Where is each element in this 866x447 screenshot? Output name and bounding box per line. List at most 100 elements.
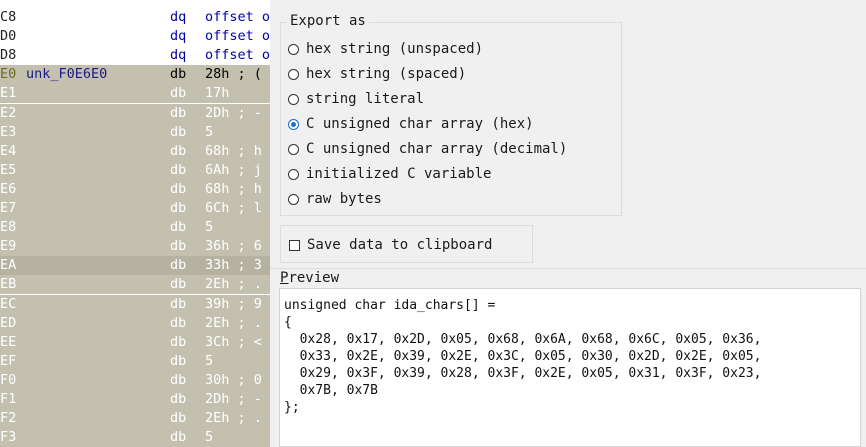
disasm-mnemonic: db: [170, 314, 187, 331]
radio-unselected-icon[interactable]: [288, 193, 299, 205]
disasm-line[interactable]: E1 db 17h: [0, 84, 280, 104]
export-option-radio[interactable]: C unsigned char array (decimal): [288, 139, 567, 159]
disasm-address: F3: [0, 429, 17, 446]
disasm-operand: 6Ah ; j: [205, 161, 262, 178]
disasm-operand: offset o: [205, 28, 271, 45]
disasm-operand: offset o: [205, 9, 271, 25]
disasm-mnemonic: db: [170, 66, 187, 83]
disasm-line[interactable]: C8 dq offset o: [0, 8, 280, 27]
save-to-clipboard-checkbox[interactable]: Save data to clipboard: [289, 235, 492, 255]
disasm-line[interactable]: F0 db 30h ; 0: [0, 370, 280, 390]
disasm-mnemonic: db: [170, 238, 187, 255]
disasm-mnemonic: db: [170, 161, 187, 178]
disasm-operand: 2Dh ; -: [205, 104, 262, 121]
radio-selected-icon[interactable]: [288, 118, 299, 130]
disasm-line[interactable]: E2 db 2Dh ; -: [0, 103, 280, 123]
disasm-operand: 5: [205, 352, 214, 369]
disasm-line[interactable]: D0 dq offset o: [0, 27, 280, 46]
disasm-address: E5: [0, 161, 17, 178]
disasm-mnemonic: db: [170, 142, 187, 159]
disasm-address: E8: [0, 219, 17, 236]
disasm-mnemonic: db: [170, 333, 187, 350]
disasm-operand: 33h ; 3: [205, 257, 262, 274]
disasm-address: F2: [0, 410, 17, 427]
export-option-radio[interactable]: initialized C variable: [288, 164, 491, 184]
disasm-address: EF: [0, 352, 17, 369]
disasm-address: E1: [0, 85, 17, 102]
disasm-line[interactable]: E4 db 68h ; h: [0, 141, 280, 161]
disasm-line[interactable]: F1 db 2Dh ; -: [0, 390, 280, 409]
disasm-line[interactable]: E6 db 68h ; h: [0, 179, 280, 199]
radio-unselected-icon[interactable]: [288, 168, 299, 180]
disassembly-view[interactable]: C8 dq offset o D0 dq offset o D8 dq offset o E0 un…: [0, 0, 280, 447]
disasm-address: ED: [0, 314, 17, 331]
save-to-clipboard-label: Save data to clipboard: [307, 237, 493, 253]
export-option-radio[interactable]: hex string (spaced): [288, 64, 466, 84]
disasm-address: E2: [0, 104, 17, 121]
disasm-mnemonic: db: [170, 276, 187, 293]
radio-unselected-icon[interactable]: [288, 93, 299, 105]
disasm-operand: 5: [205, 123, 214, 140]
disasm-operand: 68h ; h: [205, 180, 262, 197]
disasm-mnemonic: db: [170, 371, 187, 388]
disasm-operand: 6Ch ; l: [205, 200, 262, 216]
disasm-address: C8: [0, 9, 17, 25]
disasm-operand: 2Eh ; .: [205, 314, 262, 331]
disasm-address: EB: [0, 276, 17, 293]
export-option-label: hex string (unspaced): [306, 41, 484, 57]
export-data-dialog: Export as hex string (unspaced) hex strin…: [270, 0, 866, 447]
export-option-radio[interactable]: string literal: [288, 89, 424, 109]
disasm-mnemonic: dq: [170, 9, 187, 25]
disasm-line[interactable]: D8 dq offset o: [0, 46, 280, 65]
disasm-mnemonic: db: [170, 180, 187, 197]
radio-unselected-icon[interactable]: [288, 43, 299, 55]
disasm-operand: 2Dh ; -: [205, 391, 262, 407]
disasm-operand: 28h ; (: [205, 66, 262, 83]
disasm-line[interactable]: E9 db 36h ; 6: [0, 237, 280, 257]
disasm-operand: 17h: [205, 85, 230, 102]
disasm-line[interactable]: E8 db 5: [0, 218, 280, 238]
export-option-radio[interactable]: C unsigned char array (hex): [288, 114, 534, 134]
disasm-mnemonic: db: [170, 391, 187, 407]
disasm-mnemonic: db: [170, 410, 187, 427]
disasm-line[interactable]: F3 db 5: [0, 428, 280, 447]
disasm-operand: 2Eh ; .: [205, 276, 262, 293]
radio-unselected-icon[interactable]: [288, 143, 299, 155]
disasm-operand: 68h ; h: [205, 142, 262, 159]
disasm-address: D8: [0, 47, 17, 64]
disasm-operand: 5: [205, 429, 214, 446]
export-option-label: initialized C variable: [306, 166, 492, 182]
disasm-mnemonic: db: [170, 85, 187, 102]
disasm-operand: 2Eh ; .: [205, 410, 262, 427]
disasm-line[interactable]: F2 db 2Eh ; .: [0, 409, 280, 429]
checkbox-box[interactable]: [289, 239, 300, 251]
export-option-label: string literal: [306, 91, 425, 107]
disasm-line[interactable]: E7 db 6Ch ; l: [0, 199, 280, 218]
export-option-radio[interactable]: hex string (unspaced): [288, 39, 483, 59]
disasm-address: EC: [0, 295, 17, 312]
disasm-line[interactable]: E0 unk_F0E6E0 db 28h ; (: [0, 65, 280, 85]
disasm-address: F1: [0, 391, 17, 407]
disasm-address: F0: [0, 371, 17, 388]
disasm-operand: 5: [205, 219, 214, 236]
disasm-line[interactable]: EE db 3Ch ; <: [0, 332, 280, 352]
disasm-operand: 36h ; 6: [205, 238, 262, 255]
export-option-label: C unsigned char array (hex): [306, 116, 534, 132]
disasm-address: EE: [0, 333, 17, 350]
radio-unselected-icon[interactable]: [288, 68, 299, 80]
disasm-line[interactable]: EC db 39h ; 9: [0, 294, 280, 314]
disasm-line[interactable]: EF db 5: [0, 351, 280, 371]
disasm-line[interactable]: ED db 2Eh ; .: [0, 313, 280, 333]
disasm-address: E9: [0, 238, 17, 255]
disasm-address: E0: [0, 66, 17, 83]
disasm-line[interactable]: E5 db 6Ah ; j: [0, 160, 280, 180]
export-option-radio[interactable]: raw bytes: [288, 189, 382, 209]
disasm-operand: 39h ; 9: [205, 295, 262, 312]
disasm-line[interactable]: EA db 33h ; 3: [0, 256, 280, 276]
disasm-mnemonic: db: [170, 104, 187, 121]
disasm-line[interactable]: EB db 2Eh ; .: [0, 275, 280, 295]
disasm-label: unk_F0E6E0: [26, 66, 108, 83]
disasm-line[interactable]: E3 db 5: [0, 122, 280, 142]
preview-text: unsigned char ida_chars[] = { 0x28, 0x17…: [284, 298, 762, 415]
preview-label-rest: review: [288, 270, 340, 286]
